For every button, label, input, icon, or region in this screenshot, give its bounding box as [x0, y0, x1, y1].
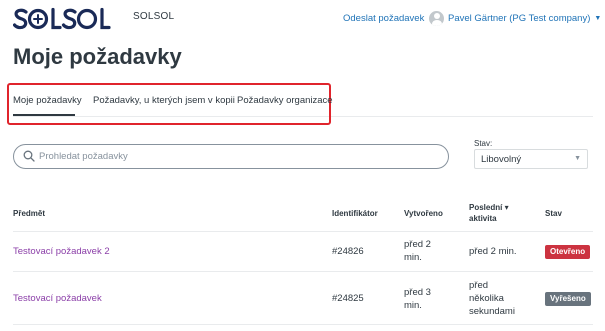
- column-header-status[interactable]: Stav: [545, 208, 562, 219]
- status-filter-select[interactable]: Libovolný ▼: [474, 149, 588, 169]
- search-icon: [23, 150, 35, 162]
- tabs: Moje požadavky Požadavky, u kterých jsem…: [0, 81, 605, 125]
- chevron-down-icon: ▼: [574, 155, 581, 162]
- search-input[interactable]: [39, 145, 439, 168]
- identifier-cell: #24826: [332, 246, 364, 257]
- identifier-cell: #24825: [332, 293, 364, 304]
- search-box[interactable]: [13, 144, 449, 169]
- subject-link[interactable]: Testovací požadavek: [13, 292, 102, 305]
- chevron-down-icon: ▼: [594, 14, 602, 22]
- active-tab-indicator: [13, 114, 75, 116]
- status-filter-value: Libovolný: [481, 154, 522, 165]
- status-badge: Vyřešeno: [545, 292, 591, 306]
- user-menu[interactable]: Pavel Gärtner (PG Test company) ▼: [429, 9, 601, 27]
- page-title: Moje požadavky: [13, 44, 182, 69]
- status-filter-label: Stav:: [474, 139, 493, 148]
- submit-request-link[interactable]: Odeslat požadavek: [343, 13, 424, 24]
- created-cell: před 3 min.: [404, 287, 431, 311]
- header: SOLSOL Odeslat požadavek Pavel Gärtner (…: [0, 0, 605, 36]
- status-badge: Otevřeno: [545, 245, 591, 259]
- created-cell: před 2 min.: [404, 239, 431, 263]
- last-activity-cell: před několika sekundami: [469, 280, 515, 317]
- user-name: Pavel Gärtner (PG Test company): [448, 12, 591, 24]
- table-divider: [13, 271, 593, 272]
- brand-name: SOLSOL: [133, 11, 175, 22]
- table-divider: [13, 324, 593, 325]
- tab-organization-requests[interactable]: Požadavky organizace: [237, 95, 333, 106]
- column-header-subject[interactable]: Předmět: [13, 208, 45, 219]
- tab-cc-requests[interactable]: Požadavky, u kterých jsem v kopii: [93, 95, 235, 106]
- subject-link[interactable]: Testovací požadavek 2: [13, 245, 110, 258]
- solsol-logo[interactable]: [13, 6, 129, 32]
- tab-my-requests[interactable]: Moje požadavky: [13, 95, 82, 106]
- page: SOLSOL Odeslat požadavek Pavel Gärtner (…: [0, 0, 605, 331]
- column-header-identifier[interactable]: Identifikátor: [332, 208, 378, 219]
- table-divider: [13, 231, 593, 232]
- last-activity-cell: před 2 min.: [469, 246, 517, 257]
- column-header-last-activity[interactable]: Poslední ▾ aktivita: [469, 202, 517, 224]
- avatar-icon: [429, 10, 444, 26]
- column-header-created[interactable]: Vytvořeno: [404, 208, 443, 219]
